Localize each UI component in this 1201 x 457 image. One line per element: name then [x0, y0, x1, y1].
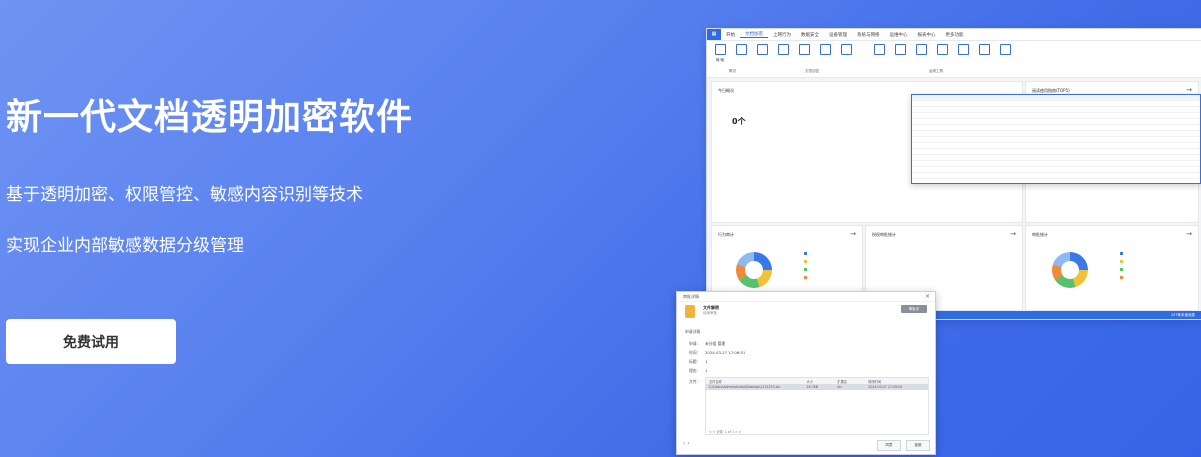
- field-time: 时间： 2024-03-27 17:06:51: [689, 350, 746, 355]
- legend-item: [1120, 252, 1126, 256]
- tool-icon: [777, 44, 789, 55]
- tool-icon: [798, 44, 810, 55]
- tool-icon: [936, 44, 948, 55]
- pager[interactable]: < < 记录: 1 of 1 > >: [709, 429, 741, 434]
- ribbon-tool: [953, 44, 973, 57]
- ribbon-tool: [752, 44, 772, 57]
- hero-title: 新一代文档透明加密软件: [6, 97, 414, 138]
- field-applicant: 申请： 未分组 管理: [689, 341, 726, 346]
- tool-icon: [819, 44, 831, 55]
- app-menubar: ▦ 开始 文档加密 上网行为 数据安全 设备管理 系统与网络 运维中心 报表中心…: [707, 29, 1201, 41]
- donut-chart-icon: [1052, 252, 1088, 288]
- free-trial-button[interactable]: 免费试用: [6, 319, 176, 364]
- menu-item: 运维中心: [889, 32, 908, 38]
- ribbon-tool: [815, 44, 835, 57]
- tool-icon: [999, 44, 1011, 55]
- hero-subtitle-1: 基于透明加密、权限管控、敏感内容识别等技术: [6, 185, 363, 205]
- legend-item: [804, 252, 810, 256]
- status-text: 247条未读消息: [1170, 313, 1195, 317]
- ribbon-tool: [869, 44, 889, 57]
- ribbon-tool: [890, 44, 910, 57]
- reject-button[interactable]: 拒绝: [906, 440, 930, 451]
- hero-subtitle-2: 实现企业内部敏感数据分级管理: [6, 236, 244, 256]
- ribbon-tool: [836, 44, 856, 57]
- file-table: 文件名称 大小 扩展名 修改时间 C:\Users\Administrator\…: [705, 377, 929, 435]
- ribbon-tool: [932, 44, 952, 57]
- ribbon-tool: [794, 44, 814, 57]
- arrow-right-icon: →: [1010, 230, 1016, 238]
- ribbon-tool: [911, 44, 931, 57]
- menu-item: 数据安全: [801, 32, 819, 38]
- dialog-titlebar: 审批详情: [677, 292, 935, 302]
- legend-item: [1120, 260, 1126, 264]
- ribbon-tool: [731, 44, 751, 57]
- table-row[interactable]: C:\Users\Administrator\Desktop\1231233.x…: [706, 384, 928, 390]
- legend-item: [804, 260, 810, 264]
- review-stats-panel: 审批统计 →: [1025, 225, 1199, 311]
- tool-icon: [735, 44, 747, 55]
- legend-item: [804, 276, 810, 280]
- nav-arrows-icon[interactable]: ‹ ›: [683, 440, 690, 447]
- field-file: 文件：: [689, 379, 701, 384]
- home-icon: ▦: [707, 29, 721, 40]
- tool-icon: [957, 44, 969, 55]
- ribbon-tool: 概 略: [710, 44, 730, 62]
- close-icon[interactable]: ×: [925, 293, 930, 300]
- panel-title: 行为审计: [718, 232, 734, 237]
- menu-item: 系统与网络: [857, 32, 880, 38]
- overview-value: 0个: [732, 117, 746, 126]
- dialog-subtitle: 待我审批: [703, 311, 717, 315]
- menu-item: 开始: [726, 32, 735, 38]
- legend-item: [1120, 276, 1126, 280]
- approve-button[interactable]: 同意: [877, 440, 901, 451]
- menu-item: 上网行为: [773, 32, 791, 38]
- ribbon-group-label: 文档加密: [805, 69, 819, 73]
- tool-icon: [894, 44, 906, 55]
- app-ribbon: 概 略 概况 文档加密 运维工具: [707, 41, 1201, 78]
- ribbon-group-label: 概况: [729, 69, 736, 73]
- ribbon-tool: [995, 44, 1015, 57]
- arrow-right-icon: →: [1186, 86, 1192, 94]
- tool-icon: [873, 44, 885, 55]
- ribbon-tool: [773, 44, 793, 57]
- menu-item: 更多功能: [945, 32, 964, 38]
- table-row: [912, 179, 1200, 183]
- log-table-popup: [911, 94, 1201, 184]
- lock-icon: [685, 305, 695, 318]
- arrow-right-icon: →: [850, 230, 856, 238]
- overview-title: 今日概况: [718, 88, 734, 93]
- arrow-right-icon: →: [1186, 230, 1192, 238]
- menu-item: 报表中心: [917, 32, 936, 38]
- table-header: 文件名称 大小 扩展名 修改时间: [706, 378, 928, 384]
- tool-icon: [756, 44, 768, 55]
- approval-dialog: 审批详情 × 文件解密 待我审批 审批中 申请详情 申请： 未分组 管理 时间： 2…: [676, 291, 936, 455]
- panel-title: 审批统计: [1032, 232, 1048, 237]
- legend-item: [1120, 268, 1126, 272]
- legend-item: [804, 268, 810, 272]
- section-title: 申请详情: [685, 329, 701, 334]
- tool-icon: [915, 44, 927, 55]
- ribbon-tool: [974, 44, 994, 57]
- field-title: 标题： 1: [689, 359, 708, 364]
- status-badge: 审批中: [901, 305, 927, 313]
- ribbon-group-label: 运维工具: [929, 69, 943, 73]
- menu-item: 设备管理: [829, 32, 847, 38]
- donut-chart-icon: [736, 252, 772, 288]
- menu-item-active: 文档加密: [740, 31, 768, 38]
- field-reason: 理由： 1: [689, 368, 708, 373]
- tool-icon: [978, 44, 990, 55]
- tool-icon: [840, 44, 852, 55]
- panel-title: 授权审批统计: [872, 232, 896, 237]
- grid-icon: [714, 44, 726, 55]
